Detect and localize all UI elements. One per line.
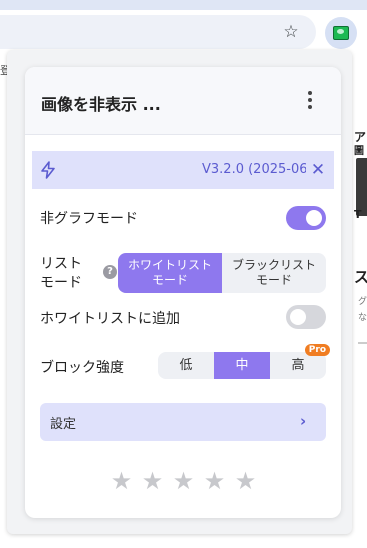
background-text: な [358, 313, 367, 323]
image-hide-extension-icon [333, 26, 349, 40]
star-rating-1[interactable]: ★ [109, 469, 134, 494]
background-text: 圖 [354, 146, 364, 157]
strength-low-option[interactable]: 低 [158, 352, 214, 379]
divider [358, 342, 367, 344]
star-rating-4[interactable]: ★ [202, 469, 227, 494]
strength-high-option[interactable]: 高 Pro [270, 344, 330, 379]
strength-high-label: 高 [291, 358, 305, 373]
settings-label: 設定 [50, 417, 77, 432]
more-options-button[interactable] [299, 87, 321, 113]
add-whitelist-label: ホワイトリストに追加 [40, 311, 180, 327]
dot [308, 98, 312, 102]
star-rating-5[interactable]: ★ [233, 469, 258, 494]
tab-strip [0, 0, 367, 10]
close-notice-button[interactable]: ✕ [308, 160, 328, 180]
block-strength-label: ブロック強度 [40, 360, 124, 376]
chevron-right-icon: › [300, 412, 307, 430]
extension-popup: 画像を非表示 ... V3.2.0 (2025-06 ✕ 非グラフモード リスト… [25, 67, 341, 518]
star-rating-2[interactable]: ★ [140, 469, 165, 494]
strength-medium-label: 中 [235, 358, 249, 373]
non-graph-mode-toggle[interactable] [286, 206, 326, 230]
dot [308, 91, 312, 95]
pro-badge: Pro [304, 344, 330, 356]
lightning-icon [41, 161, 55, 179]
strength-medium-option[interactable]: 中 [214, 352, 270, 379]
version-notice-bar: V3.2.0 (2025-06 ✕ [32, 151, 334, 189]
non-graph-mode-label: 非グラフモード [40, 211, 138, 227]
extension-button[interactable] [325, 17, 357, 49]
toggle-knob [290, 309, 306, 325]
star-icon: ☆ [283, 22, 299, 42]
bookmark-star-button[interactable]: ☆ [280, 21, 302, 43]
rating-stars: ★ ★ ★ ★ ★ [109, 469, 259, 495]
background-page: ア 圖 T ス グ な [352, 82, 367, 522]
blacklist-mode-option[interactable]: ブラックリスト モード [222, 253, 326, 293]
address-bar[interactable] [0, 15, 316, 49]
add-whitelist-toggle[interactable] [286, 305, 326, 329]
background-text: グ [358, 297, 367, 307]
block-strength-selector: 低 中 高 Pro [158, 344, 330, 379]
strength-low-label: 低 [179, 358, 193, 373]
whitelist-mode-option[interactable]: ホワイトリスト モード [118, 253, 222, 293]
popup-header: 画像を非表示 ... [25, 67, 341, 135]
background-text: T [354, 208, 362, 221]
list-mode-selector: ホワイトリスト モード ブラックリスト モード [118, 253, 326, 293]
list-mode-label: リスト モード [40, 256, 82, 291]
star-rating-3[interactable]: ★ [171, 469, 196, 494]
version-text: V3.2.0 (2025-06 [202, 162, 306, 177]
settings-button[interactable]: 設定 › [40, 403, 326, 441]
toggle-knob [306, 210, 322, 226]
help-icon[interactable]: ? [103, 265, 117, 279]
dot [308, 105, 312, 109]
background-text: ス [354, 268, 367, 286]
popup-title: 画像を非表示 ... [41, 95, 161, 114]
